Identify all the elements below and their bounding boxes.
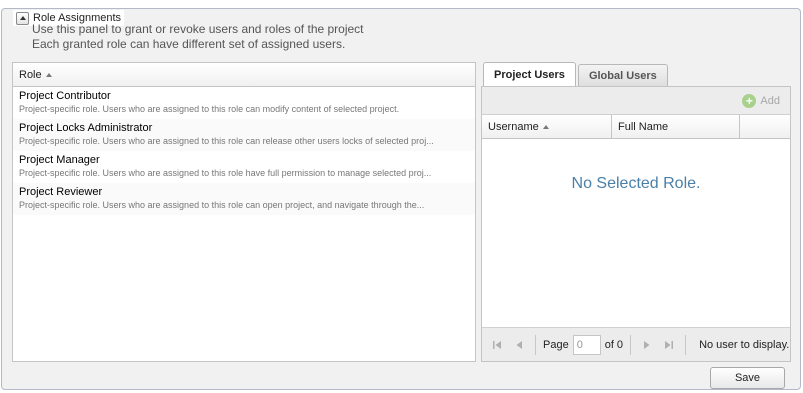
page-label: Page <box>543 338 569 351</box>
paging-display-message: No user to display. <box>699 338 790 351</box>
username-column-label: Username <box>488 120 539 133</box>
role-name: Project Contributor <box>19 90 111 102</box>
page-number-input[interactable] <box>572 334 601 355</box>
role-row[interactable]: Project Manager Project-specific role. U… <box>13 151 475 183</box>
save-button[interactable]: Save <box>710 367 785 389</box>
extra-column-header <box>740 115 790 138</box>
role-description: Project-specific role. Users who are ass… <box>19 168 432 178</box>
sort-ascending-icon <box>45 72 52 77</box>
role-description: Project-specific role. Users who are ass… <box>19 200 425 210</box>
sort-ascending-icon <box>542 124 549 129</box>
paging-toolbar: Page of 0 No user to display. <box>482 327 790 361</box>
role-row[interactable]: Project Locks Administrator Project-spec… <box>13 119 475 151</box>
project-users-panel: + Add Username Full Name No Selected Rol… <box>481 86 791 362</box>
empty-message: No Selected Role. <box>571 175 701 192</box>
user-tabs: Project Users Global Users <box>481 62 791 86</box>
collapse-toggle-button[interactable] <box>16 11 29 25</box>
description-line-1: Use this panel to grant or revoke users … <box>32 22 364 36</box>
users-grid-header: Username Full Name <box>482 115 790 139</box>
add-label: Add <box>760 94 780 107</box>
role-column-label: Role <box>19 68 42 81</box>
page-count-label: of 0 <box>604 338 624 351</box>
first-page-icon[interactable] <box>488 336 506 354</box>
paging-separator <box>685 334 687 355</box>
previous-page-icon[interactable] <box>510 336 528 354</box>
role-row[interactable]: Project Contributor Project-specific rol… <box>13 87 475 119</box>
next-page-icon[interactable] <box>638 336 656 354</box>
role-row[interactable]: Project Reviewer Project-specific role. … <box>13 183 475 215</box>
tab-project-users[interactable]: Project Users <box>483 62 576 86</box>
role-description: Project-specific role. Users who are ass… <box>19 136 434 146</box>
plus-circle-icon: + <box>742 93 757 108</box>
add-user-button[interactable]: + Add <box>742 93 780 108</box>
description-line-2: Each granted role can have different set… <box>32 37 346 51</box>
chevron-up-icon <box>19 16 26 20</box>
last-page-icon[interactable] <box>660 336 678 354</box>
role-name: Project Manager <box>19 154 100 166</box>
role-column-header[interactable]: Role <box>13 63 475 87</box>
role-name: Project Locks Administrator <box>19 122 153 134</box>
roles-grid: Role Project Contributor Project-specifi… <box>12 62 476 362</box>
panel-description: Use this panel to grant or revoke users … <box>32 22 364 52</box>
username-column-header[interactable]: Username <box>482 115 612 138</box>
role-name: Project Reviewer <box>19 186 103 198</box>
role-description: Project-specific role. Users who are ass… <box>19 104 400 114</box>
fullname-column-header[interactable]: Full Name <box>612 115 740 138</box>
paging-separator <box>535 334 536 355</box>
paging-separator <box>630 334 632 355</box>
fullname-column-label: Full Name <box>618 120 669 133</box>
users-toolbar: + Add <box>482 87 790 115</box>
tab-global-users[interactable]: Global Users <box>577 64 668 86</box>
